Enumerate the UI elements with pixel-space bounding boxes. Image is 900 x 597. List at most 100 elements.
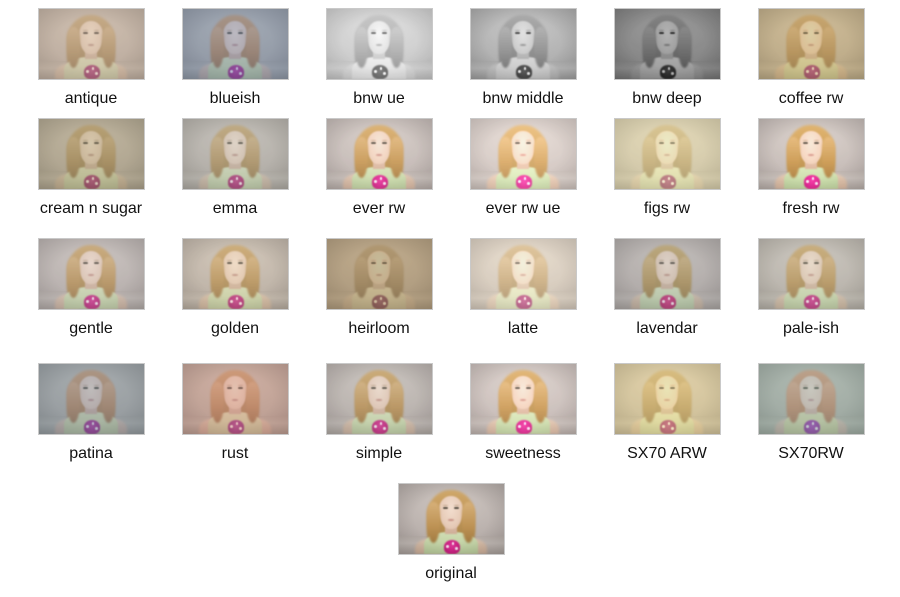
dress-dot xyxy=(383,72,386,75)
preset-cell-12[interactable]: gentle xyxy=(19,238,163,338)
dress-dot xyxy=(230,425,233,428)
mouth xyxy=(807,399,815,401)
preset-label: figs rw xyxy=(643,200,691,217)
preset-cell-6[interactable]: cream n sugar xyxy=(19,118,163,218)
preset-cell-8[interactable]: ever rw xyxy=(307,118,451,218)
preset-cell-19[interactable]: rust xyxy=(163,363,307,463)
preset-thumbnail-1[interactable] xyxy=(181,8,289,80)
mouth xyxy=(663,44,671,46)
preset-thumbnail-22[interactable] xyxy=(613,363,721,435)
dress-dot xyxy=(379,297,383,300)
preset-cell-18[interactable]: patina xyxy=(19,363,163,463)
preset-cell-11[interactable]: fresh rw xyxy=(739,118,883,218)
mouth xyxy=(519,274,527,276)
mouth xyxy=(231,274,239,276)
preset-thumbnail-4[interactable] xyxy=(613,8,721,80)
eyebrow-left xyxy=(82,384,88,386)
preset-cell-15[interactable]: latte xyxy=(451,238,595,338)
preset-thumbnail-7[interactable] xyxy=(181,118,289,190)
hair-right xyxy=(533,27,548,68)
preset-cell-20[interactable]: simple xyxy=(307,363,451,463)
dress-dot xyxy=(383,182,386,185)
preset-thumbnail-original[interactable] xyxy=(397,483,505,555)
portrait-photo xyxy=(614,239,720,309)
mouth xyxy=(519,154,527,156)
preset-cell-0[interactable]: antique xyxy=(19,8,163,108)
preset-thumbnail-9[interactable] xyxy=(469,118,577,190)
preset-thumbnail-11[interactable] xyxy=(757,118,865,190)
preset-cell-2[interactable]: bnw ue xyxy=(307,8,451,108)
dress-dot xyxy=(811,422,815,425)
preset-thumbnail-6[interactable] xyxy=(37,118,145,190)
dress-dot xyxy=(671,427,674,430)
face xyxy=(510,20,536,54)
preset-cell-4[interactable]: bnw deep xyxy=(595,8,739,108)
preset-label: pale-ish xyxy=(782,320,840,337)
face xyxy=(798,375,824,409)
face xyxy=(222,20,248,54)
portrait-photo xyxy=(182,9,288,79)
dress-dot xyxy=(811,177,815,180)
dress-dot xyxy=(671,302,674,305)
eyebrow-left xyxy=(226,29,232,31)
eyebrow-left xyxy=(370,259,376,261)
face xyxy=(510,375,536,409)
preset-thumbnail-5[interactable] xyxy=(757,8,865,80)
preset-thumbnail-18[interactable] xyxy=(37,363,145,435)
preset-cell-original[interactable]: original xyxy=(379,483,523,583)
dress-dot xyxy=(95,302,98,305)
preset-cell-22[interactable]: SX70 ARW xyxy=(595,363,739,463)
preset-cell-21[interactable]: sweetness xyxy=(451,363,595,463)
preset-label: golden xyxy=(210,320,260,337)
preset-cell-7[interactable]: emma xyxy=(163,118,307,218)
preset-cell-23[interactable]: SX70RW xyxy=(739,363,883,463)
mouth xyxy=(375,274,383,276)
preset-thumbnail-0[interactable] xyxy=(37,8,145,80)
dress-dot xyxy=(86,70,89,73)
preset-cell-1[interactable]: blueish xyxy=(163,8,307,108)
eyebrow-right xyxy=(382,139,388,141)
preset-thumbnail-14[interactable] xyxy=(325,238,433,310)
face xyxy=(366,130,392,164)
preset-thumbnail-16[interactable] xyxy=(613,238,721,310)
preset-cell-13[interactable]: golden xyxy=(163,238,307,338)
preset-thumbnail-3[interactable] xyxy=(469,8,577,80)
dress-dot xyxy=(379,67,383,70)
eyebrow-left xyxy=(82,259,88,261)
preset-thumbnail-12[interactable] xyxy=(37,238,145,310)
dress-dot xyxy=(95,182,98,185)
preset-thumbnail-2[interactable] xyxy=(325,8,433,80)
hair-right xyxy=(821,137,836,178)
preset-thumbnail-15[interactable] xyxy=(469,238,577,310)
face xyxy=(222,250,248,284)
preset-thumbnail-23[interactable] xyxy=(757,363,865,435)
eyebrow-left xyxy=(82,139,88,141)
preset-label: patina xyxy=(69,445,113,462)
face xyxy=(654,20,680,54)
portrait-photo xyxy=(326,9,432,79)
preset-thumbnail-19[interactable] xyxy=(181,363,289,435)
dress-dot xyxy=(671,182,674,185)
preset-thumbnail-17[interactable] xyxy=(757,238,865,310)
preset-label: fresh rw xyxy=(782,200,840,217)
preset-cell-9[interactable]: ever rw ue xyxy=(451,118,595,218)
portrait-photo xyxy=(614,119,720,189)
preset-cell-3[interactable]: bnw middle xyxy=(451,8,595,108)
preset-cell-14[interactable]: heirloom xyxy=(307,238,451,338)
mouth xyxy=(87,274,95,276)
preset-thumbnail-20[interactable] xyxy=(325,363,433,435)
portrait-photo xyxy=(614,364,720,434)
preset-thumbnail-21[interactable] xyxy=(469,363,577,435)
eyebrow-left xyxy=(442,504,448,506)
preset-thumbnail-10[interactable] xyxy=(613,118,721,190)
preset-cell-16[interactable]: lavendar xyxy=(595,238,739,338)
portrait-photo xyxy=(326,119,432,189)
preset-thumbnail-13[interactable] xyxy=(181,238,289,310)
hair-right xyxy=(821,257,836,298)
preset-label: original xyxy=(425,565,477,582)
preset-cell-5[interactable]: coffee rw xyxy=(739,8,883,108)
preset-cell-10[interactable]: figs rw xyxy=(595,118,739,218)
portrait-photo xyxy=(38,9,144,79)
preset-thumbnail-8[interactable] xyxy=(325,118,433,190)
preset-cell-17[interactable]: pale-ish xyxy=(739,238,883,338)
